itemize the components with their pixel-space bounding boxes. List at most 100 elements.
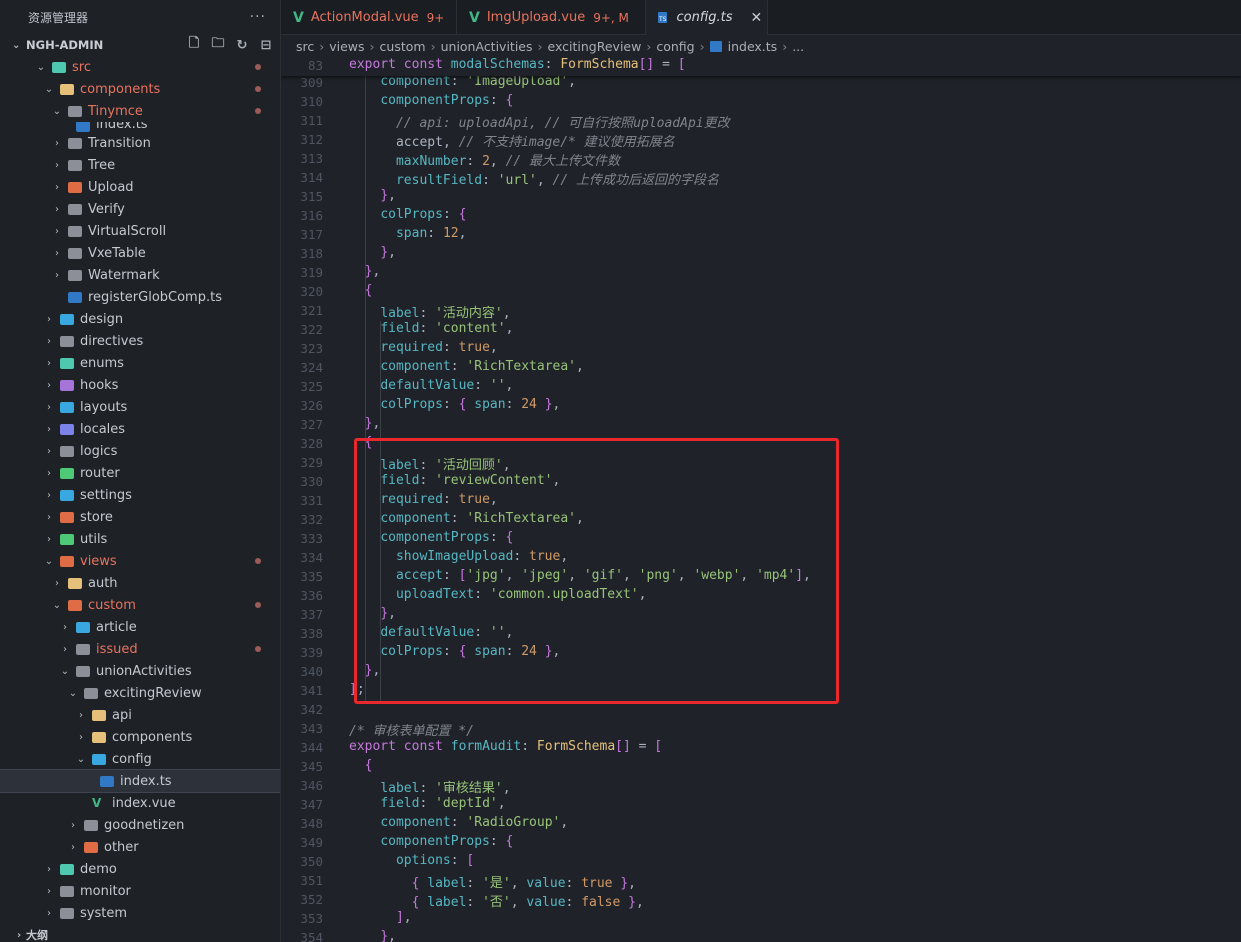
code-line[interactable]: accept: ['jpg', 'jpeg', 'gif', 'png', 'w…: [349, 568, 811, 583]
folder-item[interactable]: › Transition: [0, 132, 280, 154]
breadcrumb-item[interactable]: custom: [380, 39, 426, 54]
code-line[interactable]: ];: [349, 682, 365, 697]
code-line[interactable]: component: 'RichTextarea',: [349, 359, 584, 374]
code-line[interactable]: component: 'RichTextarea',: [349, 511, 584, 526]
code-line[interactable]: maxNumber: 2, // 最大上传文件数: [349, 150, 620, 169]
code-line[interactable]: {: [349, 758, 373, 773]
code-line[interactable]: required: true,: [349, 492, 497, 507]
folder-item[interactable]: ⌄ views: [0, 550, 280, 572]
folder-item[interactable]: › enums: [0, 352, 280, 374]
code-line[interactable]: { label: '否', value: false },: [349, 891, 644, 910]
code-line[interactable]: field: 'content',: [349, 321, 513, 336]
code-line[interactable]: {: [349, 435, 373, 450]
code-line[interactable]: accept, // 不支持image/* 建议使用拓展名: [349, 131, 675, 150]
folder-item[interactable]: ⌄ components: [0, 78, 280, 100]
breadcrumb-item[interactable]: excitingReview: [548, 39, 642, 54]
tab-imgupload-vue[interactable]: V ImgUpload.vue 9+, M: [457, 0, 646, 35]
folder-item[interactable]: › directives: [0, 330, 280, 352]
folder-item[interactable]: ⌄ src: [0, 56, 280, 78]
sticky-scroll-line[interactable]: 83 export const modalSchemas: FormSchema[…: [281, 57, 1241, 76]
code-line[interactable]: component: 'RadioGroup',: [349, 815, 568, 830]
code-line[interactable]: resultField: 'url', // 上传成功后返回的字段名: [349, 169, 719, 188]
breadcrumb-item[interactable]: config: [656, 39, 694, 54]
code-line[interactable]: export const modalSchemas: FormSchema[] …: [349, 57, 686, 72]
code-line[interactable]: defaultValue: '',: [349, 625, 513, 640]
folder-item[interactable]: › auth: [0, 572, 280, 594]
code-line[interactable]: label: '活动内容',: [349, 302, 510, 321]
code-line[interactable]: span: 12,: [349, 226, 466, 241]
outline-header[interactable]: › 大纲: [0, 924, 280, 942]
code-line[interactable]: required: true,: [349, 340, 497, 355]
file-item[interactable]: Vindex.vue: [0, 792, 280, 814]
folder-item[interactable]: › other: [0, 836, 280, 858]
code-line[interactable]: },: [349, 606, 396, 621]
code-line[interactable]: ],: [349, 910, 412, 925]
breadcrumb-item[interactable]: ...: [792, 39, 804, 54]
new-folder-icon[interactable]: 🗀: [210, 36, 226, 53]
folder-item[interactable]: › VxeTable: [0, 242, 280, 264]
folder-item[interactable]: ⌄ Tinymce: [0, 100, 280, 122]
folder-item[interactable]: › system: [0, 902, 280, 924]
close-icon[interactable]: ✕: [750, 10, 762, 26]
folder-item[interactable]: › components: [0, 726, 280, 748]
file-item[interactable]: index.ts: [0, 122, 280, 132]
folder-item[interactable]: ⌄ excitingReview: [0, 682, 280, 704]
code-line[interactable]: },: [349, 929, 396, 942]
code-line[interactable]: },: [349, 188, 396, 203]
folder-item[interactable]: › store: [0, 506, 280, 528]
new-file-icon[interactable]: 🗋: [186, 36, 202, 53]
folder-item[interactable]: › article: [0, 616, 280, 638]
folder-item[interactable]: › layouts: [0, 396, 280, 418]
breadcrumb-item[interactable]: views: [329, 39, 364, 54]
folder-item[interactable]: ⌄ unionActivities: [0, 660, 280, 682]
folder-item[interactable]: › VirtualScroll: [0, 220, 280, 242]
folder-item[interactable]: › settings: [0, 484, 280, 506]
code-line[interactable]: options: [: [349, 853, 474, 868]
breadcrumb-item[interactable]: src: [296, 39, 314, 54]
folder-item[interactable]: › api: [0, 704, 280, 726]
code-line[interactable]: componentProps: {: [349, 530, 513, 545]
file-item[interactable]: index.ts: [0, 769, 280, 793]
folder-item[interactable]: › issued: [0, 638, 280, 660]
folder-item[interactable]: › hooks: [0, 374, 280, 396]
folder-item[interactable]: ⌄ config: [0, 748, 280, 770]
code-line[interactable]: export const formAudit: FormSchema[] = [: [349, 739, 662, 754]
breadcrumb-item[interactable]: index.ts: [728, 39, 778, 54]
folder-item[interactable]: › utils: [0, 528, 280, 550]
code-line[interactable]: {: [349, 283, 373, 298]
code-line[interactable]: },: [349, 245, 396, 260]
folder-item[interactable]: › Upload: [0, 176, 280, 198]
folder-item[interactable]: › router: [0, 462, 280, 484]
tab-actionmodal-vue[interactable]: V ActionModal.vue 9+: [281, 0, 457, 35]
code-line[interactable]: /* 审核表单配置 */: [349, 720, 474, 739]
file-item[interactable]: registerGlobComp.ts: [0, 286, 280, 308]
code-editor[interactable]: 309 component: 'ImageUpload', 310 compone…: [281, 57, 1241, 942]
collapse-all-icon[interactable]: ⊟: [258, 37, 274, 53]
folder-item[interactable]: › locales: [0, 418, 280, 440]
folder-item[interactable]: › goodnetizen: [0, 814, 280, 836]
folder-item[interactable]: › Verify: [0, 198, 280, 220]
folder-item[interactable]: › logics: [0, 440, 280, 462]
code-line[interactable]: field: 'deptId',: [349, 796, 505, 811]
tab-config-ts[interactable]: TS config.ts ✕: [646, 0, 768, 35]
code-line[interactable]: // api: uploadApi, // 可自行按照uploadApi更改: [349, 112, 730, 131]
code-line[interactable]: componentProps: {: [349, 834, 513, 849]
code-line[interactable]: label: '审核结果',: [349, 777, 510, 796]
folder-item[interactable]: › Watermark: [0, 264, 280, 286]
more-actions-icon[interactable]: ···: [250, 9, 266, 25]
code-line[interactable]: defaultValue: '',: [349, 378, 513, 393]
breadcrumb-item[interactable]: unionActivities: [441, 39, 533, 54]
folder-item[interactable]: › design: [0, 308, 280, 330]
code-line[interactable]: component: 'ImageUpload',: [349, 74, 576, 89]
folder-item[interactable]: › demo: [0, 858, 280, 880]
code-line[interactable]: { label: '是', value: true },: [349, 872, 636, 891]
folder-item[interactable]: ⌄ custom: [0, 594, 280, 616]
folder-item[interactable]: › monitor: [0, 880, 280, 902]
code-line[interactable]: colProps: {: [349, 207, 466, 222]
code-line[interactable]: uploadText: 'common.uploadText',: [349, 587, 646, 602]
project-header[interactable]: ⌄ NGH-ADMIN 🗋 🗀 ↻ ⊟: [0, 34, 280, 56]
code-line[interactable]: componentProps: {: [349, 93, 513, 108]
refresh-icon[interactable]: ↻: [234, 37, 250, 53]
code-line[interactable]: label: '活动回顾',: [349, 454, 510, 473]
folder-item[interactable]: › Tree: [0, 154, 280, 176]
